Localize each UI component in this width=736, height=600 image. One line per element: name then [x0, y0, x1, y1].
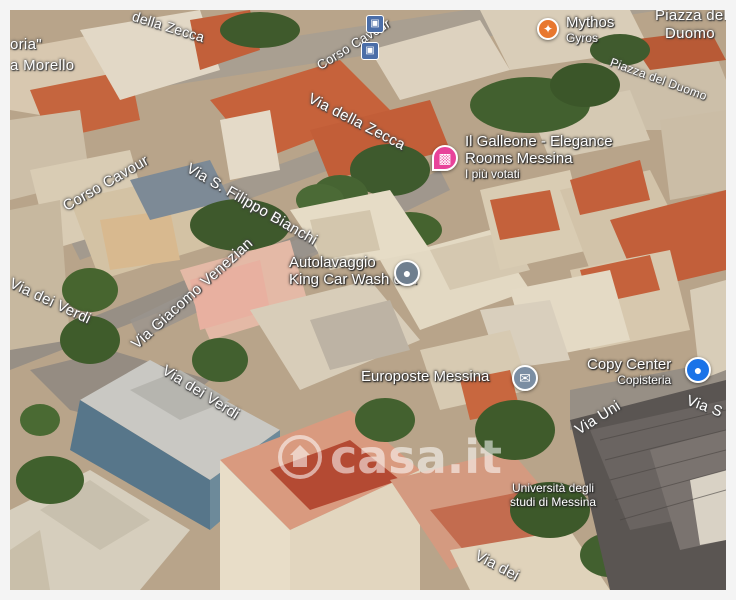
place-copy-center[interactable]: Copy Center Copisteria — [587, 356, 671, 387]
bus-stop-icon[interactable]: ▣ — [361, 42, 379, 60]
place-label-edge: Duomo — [665, 25, 715, 42]
lock-icon[interactable]: ● — [685, 357, 711, 383]
hotel-icon[interactable]: ▩ — [432, 145, 458, 171]
place-label-edge: oria" — [10, 36, 42, 53]
place-label-edge: a Morello — [10, 57, 75, 74]
place-name: Università degli — [512, 481, 595, 495]
place-category: Copisteria — [617, 373, 672, 387]
map-frame: della Zecca Corso Cavour Via della Zecca… — [0, 0, 736, 600]
place-label-edge: Piazza del — [655, 10, 726, 24]
restaurant-icon[interactable]: ✦ — [537, 18, 559, 40]
location-icon[interactable]: ● — [394, 260, 420, 286]
place-badge: I più votati — [465, 167, 520, 181]
bus-stop-icon[interactable]: ▣ — [366, 15, 384, 33]
place-universita[interactable]: Università degli studi di Messina — [510, 481, 596, 509]
mail-icon[interactable]: ✉ — [512, 365, 538, 391]
place-mythos[interactable]: Mythos Gyros — [566, 14, 614, 45]
house-icon — [278, 435, 322, 479]
casa-it-watermark: casa.it — [278, 430, 502, 484]
watermark-text: casa.it — [330, 430, 502, 484]
aerial-map[interactable]: della Zecca Corso Cavour Via della Zecca… — [10, 10, 726, 590]
aerial-imagery — [10, 10, 726, 590]
place-category: Gyros — [566, 31, 599, 45]
place-name-line2: Rooms Messina — [465, 150, 573, 167]
place-europoste[interactable]: Europoste Messina — [361, 368, 489, 385]
place-name-line2: studi di Messina — [510, 495, 597, 509]
place-name: Il Galleone - Elegance — [465, 133, 613, 150]
place-name: Mythos — [566, 14, 615, 31]
place-name: Copy Center — [587, 356, 672, 373]
place-name: Europoste Messina — [361, 368, 490, 385]
place-il-galleone[interactable]: Il Galleone - Elegance Rooms Messina I p… — [465, 133, 613, 181]
